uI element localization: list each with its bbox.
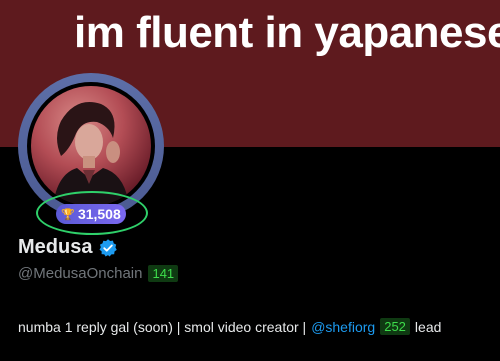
- bio-mention-link[interactable]: @shefiorg: [311, 319, 375, 335]
- score-badge[interactable]: 🏆 31,508: [56, 204, 126, 224]
- avatar[interactable]: [31, 86, 151, 206]
- handle-row: @MedusaOnchain 141: [18, 265, 179, 282]
- mention-count-badge: 252: [380, 318, 410, 335]
- banner-text: im fluent in yapanese: [74, 8, 500, 57]
- score-value: 31,508: [77, 206, 121, 222]
- avatar-photo: [53, 102, 129, 206]
- display-name: Medusa: [18, 236, 93, 258]
- trophy-icon: 🏆: [61, 208, 75, 221]
- handle: @MedusaOnchain: [18, 265, 143, 282]
- name-row: Medusa: [18, 236, 118, 259]
- handle-count-badge: 141: [148, 265, 179, 282]
- bio-text: numba 1 reply gal (soon) | smol video cr…: [18, 318, 307, 335]
- bio-text-continued: lead: [414, 318, 442, 335]
- verified-badge-icon[interactable]: [98, 238, 118, 258]
- bio: numba 1 reply gal (soon) | smol video cr…: [18, 318, 441, 335]
